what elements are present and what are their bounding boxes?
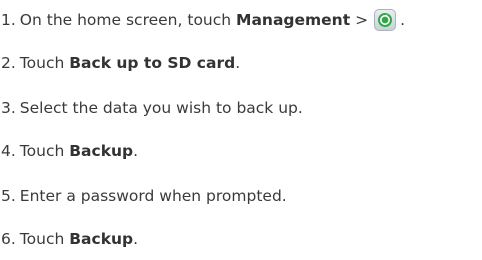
- backup-app-icon: [374, 9, 397, 31]
- menu-separator: >: [355, 11, 369, 29]
- step-number: 4.: [1, 142, 16, 160]
- step-2: 2. Touch Back up to SD card.: [1, 52, 240, 74]
- step-end: .: [400, 11, 405, 29]
- step-4: 4. Touch Backup.: [1, 140, 138, 162]
- step-number: 3.: [1, 99, 16, 117]
- step-end: .: [133, 230, 139, 248]
- step-text: Touch: [19, 54, 65, 72]
- step-number: 5.: [1, 187, 16, 205]
- step-text: On the home screen, touch: [19, 11, 232, 29]
- step-1: 1. On the home screen, touch Management …: [1, 9, 405, 31]
- menu-management-label: Management: [236, 11, 351, 29]
- backup-button-label: Backup: [69, 142, 134, 160]
- backup-button-label: Backup: [69, 230, 134, 248]
- step-end: .: [235, 54, 241, 72]
- step-3: 3. Select the data you wish to back up.: [1, 97, 303, 119]
- step-text: Select the data you wish to back up.: [19, 99, 303, 117]
- step-end: .: [133, 142, 139, 160]
- step-number: 1.: [1, 11, 16, 29]
- step-number: 2.: [1, 54, 16, 72]
- step-6: 6. Touch Backup.: [1, 228, 138, 250]
- step-number: 6.: [1, 230, 16, 248]
- step-text: Touch: [19, 142, 65, 160]
- step-5: 5. Enter a password when prompted.: [1, 185, 287, 207]
- option-back-up-to-sd-card-label: Back up to SD card: [69, 54, 236, 72]
- step-text: Enter a password when prompted.: [19, 187, 287, 205]
- step-text: Touch: [19, 230, 65, 248]
